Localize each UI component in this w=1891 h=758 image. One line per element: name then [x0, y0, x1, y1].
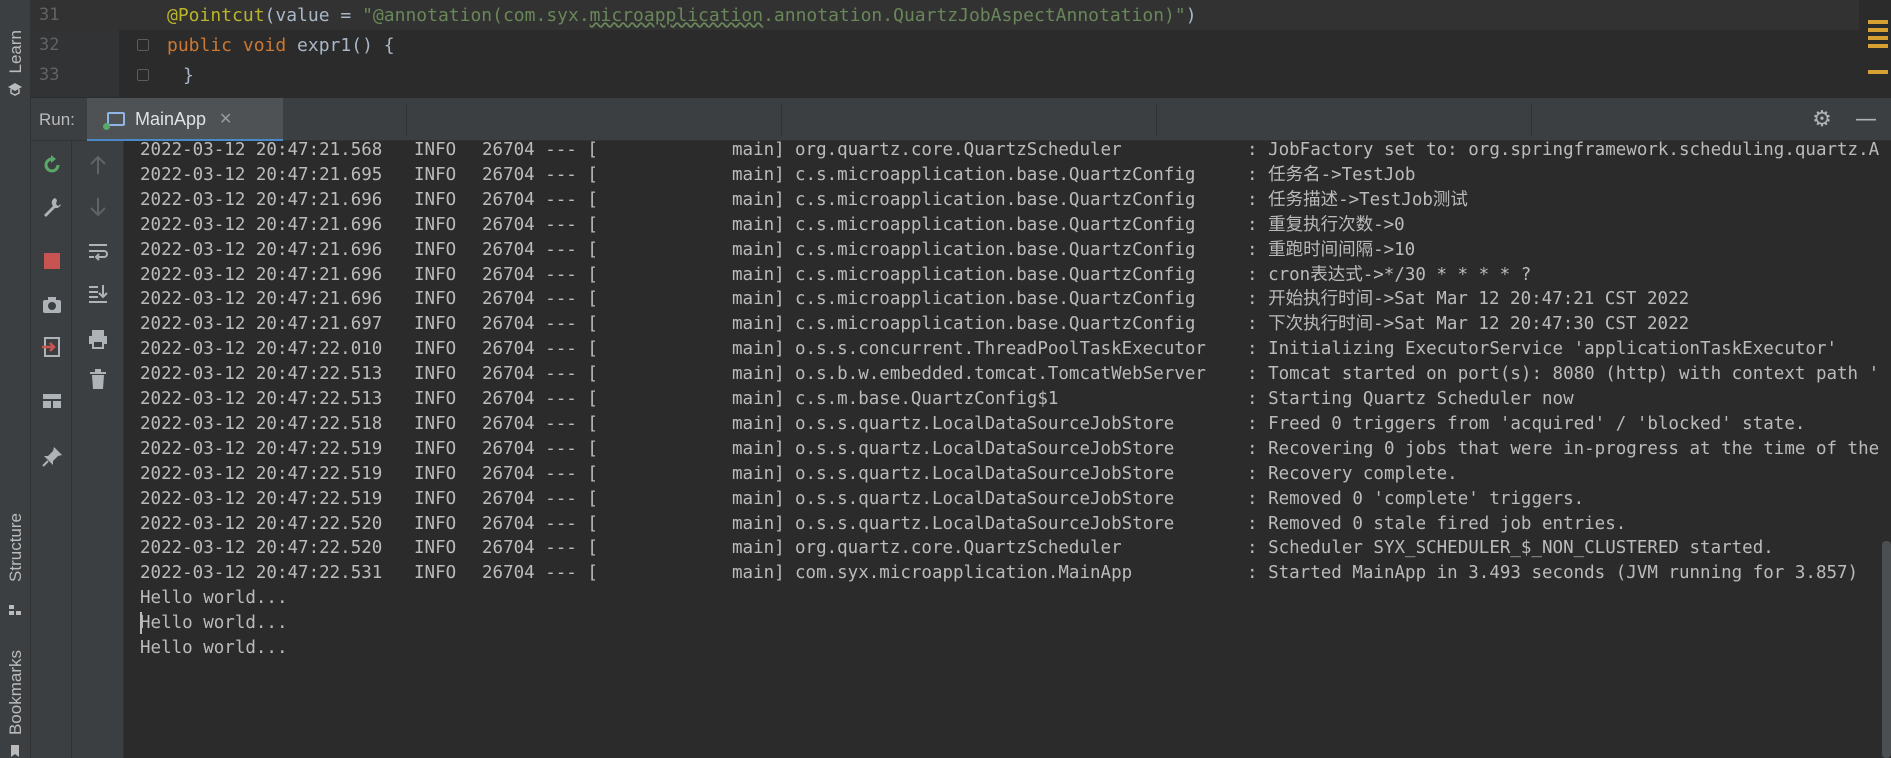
left-tool-strip: Learn Structure Bookmarks — [0, 0, 31, 758]
code-token: () { — [351, 34, 395, 56]
code-token: "@annotation(com.syx. — [362, 4, 590, 26]
header-separator — [781, 104, 782, 136]
run-toolbar-primary — [31, 141, 72, 758]
minimize-icon[interactable]: — — [1854, 108, 1878, 132]
line-number: 31 — [39, 5, 60, 25]
warning-mark[interactable] — [1868, 28, 1888, 32]
pin-icon[interactable] — [40, 445, 64, 469]
text-caret — [140, 612, 142, 635]
run-label: Run: — [39, 110, 75, 129]
code-token: public void — [167, 34, 298, 56]
close-tab-icon[interactable]: ✕ — [219, 109, 232, 128]
learn-tab-label: Learn — [5, 30, 25, 74]
arrow-down-icon[interactable] — [86, 195, 110, 219]
line-number: 33 — [39, 65, 60, 85]
code-line[interactable]: 33 } — [31, 60, 1859, 90]
application-icon — [103, 112, 125, 130]
run-tool-window-header: Run: MainApp ✕ ⚙ — — [31, 97, 1891, 142]
bookmarks-tab-label: Bookmarks — [5, 650, 25, 736]
warning-mark[interactable] — [1868, 70, 1888, 74]
code-token: expr1 — [297, 34, 352, 56]
code-token: microapplication — [589, 4, 764, 26]
header-separator — [1156, 104, 1157, 136]
code-text[interactable]: } — [183, 65, 194, 86]
run-toolbar-secondary — [72, 141, 124, 758]
structure-icon — [9, 605, 21, 615]
print-icon[interactable] — [86, 327, 110, 351]
stdout-line[interactable]: Hello world... — [140, 633, 1891, 663]
code-line[interactable]: 32 public void expr1() { — [31, 30, 1859, 60]
code-text[interactable]: public void expr1() { — [167, 35, 395, 56]
trash-icon[interactable] — [86, 367, 110, 391]
code-token: (value = — [264, 4, 363, 26]
code-token: } — [183, 64, 194, 86]
bookmarks-tab[interactable]: Bookmarks — [0, 648, 31, 758]
exit-icon[interactable] — [40, 335, 64, 359]
gear-icon[interactable]: ⚙ — [1810, 108, 1834, 132]
header-separator — [1531, 104, 1532, 136]
tab-mainapp[interactable]: MainApp — [87, 98, 283, 142]
stop-icon[interactable] — [40, 249, 64, 273]
fold-marker-icon[interactable] — [137, 69, 149, 81]
code-token: @Pointcut — [167, 4, 265, 26]
code-token: .annotation.QuartzJobAspectAnnotation)" — [763, 4, 1186, 26]
console-output[interactable]: 2022-03-12 20:47:21.568 INFO 26704 --- [ma… — [124, 141, 1891, 758]
structure-tab[interactable]: Structure — [0, 505, 31, 625]
wrench-icon[interactable] — [40, 195, 64, 219]
line-number: 32 — [39, 35, 60, 55]
soft-wrap-icon[interactable] — [86, 239, 110, 263]
warning-mark[interactable] — [1868, 20, 1888, 24]
warning-mark[interactable] — [1868, 36, 1888, 40]
code-editor[interactable]: 31 @Pointcut(value = "@annotation(com.sy… — [31, 0, 1891, 97]
camera-icon[interactable] — [40, 293, 64, 317]
learn-icon — [8, 83, 22, 96]
fold-marker-icon[interactable] — [137, 39, 149, 51]
learn-tab[interactable]: Learn — [0, 0, 31, 100]
vertical-scrollbar[interactable] — [1882, 541, 1891, 758]
layout-icon[interactable] — [40, 389, 64, 413]
arrow-up-icon[interactable] — [86, 153, 110, 177]
code-text[interactable]: @Pointcut(value = "@annotation(com.syx.m… — [167, 5, 1197, 26]
header-separator — [406, 104, 407, 136]
scroll-to-end-icon[interactable] — [86, 281, 110, 305]
code-line[interactable]: 31 @Pointcut(value = "@annotation(com.sy… — [31, 0, 1859, 30]
structure-tab-label: Structure — [5, 513, 25, 582]
error-stripe[interactable] — [1861, 0, 1891, 97]
code-token: ) — [1185, 4, 1197, 26]
tab-label: MainApp — [135, 109, 207, 129]
bookmark-icon — [11, 745, 19, 757]
rerun-icon[interactable] — [40, 153, 64, 177]
warning-mark[interactable] — [1868, 44, 1888, 48]
